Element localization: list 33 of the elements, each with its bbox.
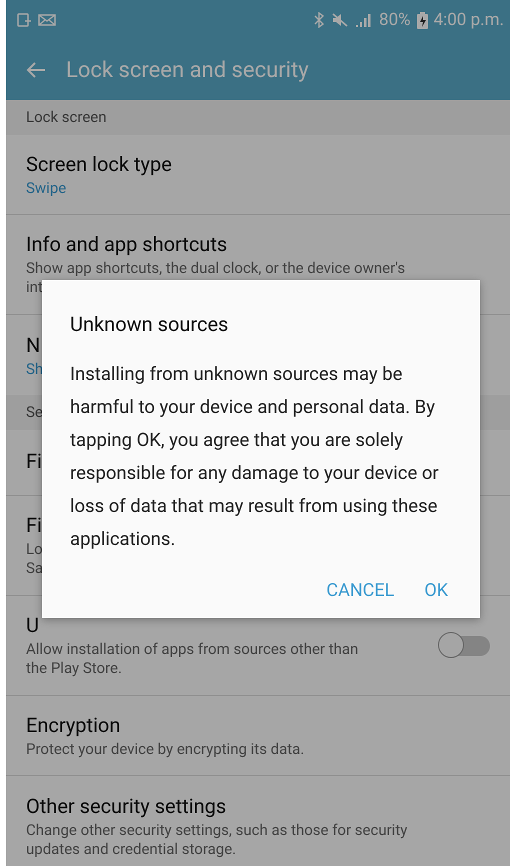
item-value: Swipe: [26, 179, 66, 197]
item-summary: updates and credential storage.: [26, 840, 236, 858]
dialog-title: Unknown sources: [70, 312, 230, 336]
item-summary: Allow installation of apps from sources other than: [26, 640, 358, 659]
item-summary: Change other security settings, such as those for security: [26, 820, 408, 840]
item-title: N: [26, 332, 40, 356]
item-title: Info and app shortcuts: [26, 232, 228, 256]
item-summary: Lo: [26, 540, 43, 559]
settings-item[interactable]: Encryption Protect your device by encrypting its data.: [6, 696, 510, 776]
mute-icon: [331, 12, 350, 28]
item-summary: Protect your device by encrypting its data.: [26, 740, 304, 758]
item-summary: Show app shortcuts, the dual clock, or the device owner's: [26, 259, 406, 278]
item-title: Fi: [26, 513, 42, 537]
clock-time: 4:00 p.m.: [434, 10, 504, 30]
settings-item[interactable]: Other security settings Change other security settings, such as those for security updates and credential storage.: [6, 776, 510, 866]
item-title: Other security settings: [26, 794, 226, 818]
section-header: Lock screen: [6, 100, 510, 135]
bluetooth-icon: [313, 12, 326, 28]
item-title: Encryption: [26, 712, 120, 736]
mail-icon: [38, 13, 56, 27]
item-title: Screen lock type: [26, 152, 172, 176]
settings-item[interactable]: Screen lock type Swipe: [6, 135, 510, 215]
item-summary: the Play Store.: [26, 659, 122, 678]
battery-percent: 80%: [379, 10, 411, 30]
back-arrow-icon[interactable]: [26, 61, 46, 79]
item-title: Fi: [26, 449, 42, 473]
signal-icon: [355, 12, 374, 28]
item-summary: int: [26, 278, 43, 297]
item-summary: Sa: [26, 559, 44, 578]
screen-title: Lock screen and security: [66, 58, 309, 82]
item-title: U: [26, 613, 39, 637]
item-value: Sh: [26, 360, 44, 378]
battery-charging-icon: [416, 12, 428, 28]
